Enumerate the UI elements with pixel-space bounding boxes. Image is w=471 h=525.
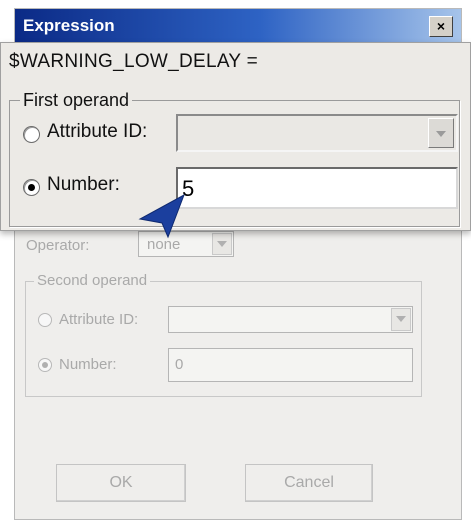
title-bar: Expression × [15, 9, 461, 43]
second-number-radio[interactable] [38, 358, 52, 372]
operator-label: Operator: [26, 237, 90, 254]
second-attribute-select[interactable] [168, 306, 413, 333]
second-operand-legend: Second operand [34, 272, 151, 289]
attribute-id-radio[interactable] [23, 126, 40, 143]
pointer-arrow-icon [138, 193, 185, 239]
close-icon[interactable]: × [429, 16, 453, 37]
number-radio[interactable] [23, 179, 40, 196]
ok-button[interactable]: OK [56, 464, 186, 502]
chevron-down-icon[interactable] [391, 308, 411, 331]
number-input[interactable]: 5 [176, 167, 458, 209]
screen: Expression × Operator: none Second opera… [0, 0, 471, 525]
expression-text: $WARNING_LOW_DELAY = [9, 51, 259, 72]
window-title: Expression [23, 16, 115, 35]
chevron-down-icon[interactable] [212, 233, 232, 255]
cancel-button[interactable]: Cancel [245, 464, 373, 502]
second-number-input[interactable]: 0 [168, 348, 413, 382]
chevron-down-icon[interactable] [428, 118, 454, 148]
second-number-label: Number: [59, 356, 117, 373]
second-attribute-label: Attribute ID: [59, 311, 139, 328]
first-operand-legend: First operand [20, 90, 133, 111]
number-label: Number: [47, 174, 120, 195]
attribute-id-label: Attribute ID: [47, 121, 148, 142]
second-attribute-radio[interactable] [38, 313, 52, 327]
second-number-value: 0 [175, 356, 184, 373]
attribute-id-select[interactable] [176, 114, 458, 152]
